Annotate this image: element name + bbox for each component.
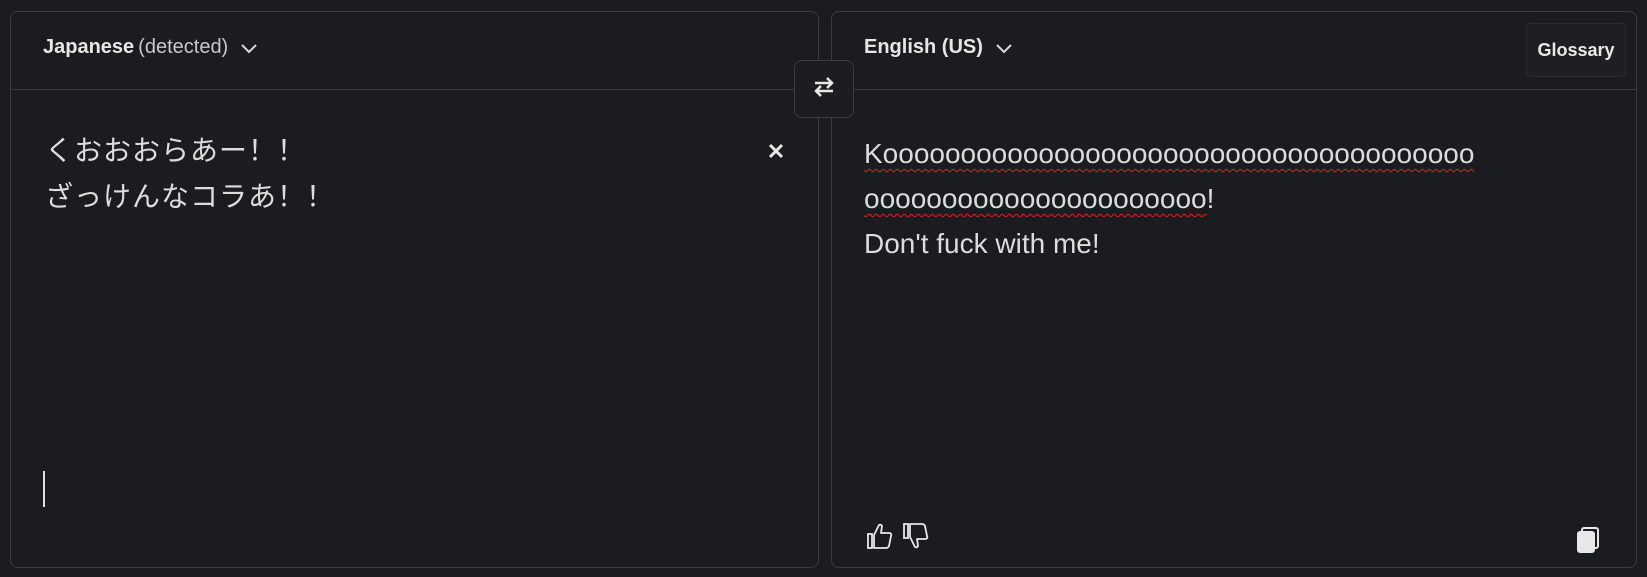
translation-line: Don't fuck with me! [864, 228, 1100, 259]
close-icon [768, 143, 784, 164]
source-language-select[interactable]: Japanese (detected) [43, 36, 258, 59]
source-panel: Japanese (detected) くおおおらあー！！ ざっけんなコラあ！！ [10, 11, 819, 568]
translation-text: Koooooooooooooooooooooooooooooooooooooo … [864, 131, 1564, 266]
copy-icon [1575, 526, 1601, 559]
thumbs-down-icon [902, 522, 930, 555]
chevron-down-icon [240, 42, 258, 54]
translation-punctuation: ! [1206, 183, 1215, 214]
target-language-select[interactable]: English (US) [864, 36, 1013, 59]
target-language-name: English (US) [864, 36, 983, 58]
swap-arrows-icon [812, 76, 836, 103]
thumbs-up-icon [866, 522, 894, 555]
source-language-name: Japanese [43, 36, 135, 58]
copy-translation-button[interactable] [1572, 526, 1604, 558]
clear-source-button[interactable] [763, 140, 789, 166]
source-text-area[interactable]: くおおおらあー！！ ざっけんなコラあ！！ [45, 128, 685, 220]
feedback-buttons [864, 522, 932, 554]
source-language-detected: (detected) [138, 36, 229, 58]
source-text-line: ざっけんなコラあ！！ [45, 181, 336, 212]
translation-line: Koooooooooooooooooooooooooooooooooooooo [864, 138, 1475, 169]
source-text-line: くおおおらあー！！ [45, 135, 307, 166]
target-panel-header: English (US) Glossary [832, 12, 1636, 90]
glossary-button[interactable]: Glossary [1526, 23, 1626, 77]
thumbs-up-button[interactable] [864, 522, 896, 554]
swap-languages-button[interactable] [794, 60, 854, 118]
source-panel-header: Japanese (detected) [11, 12, 818, 90]
text-caret [43, 471, 45, 507]
target-panel: English (US) Glossary Kooooooooooooooooo… [831, 11, 1637, 568]
chevron-down-icon [995, 42, 1013, 54]
thumbs-down-button[interactable] [900, 522, 932, 554]
translation-line-misspelled: oooooooooooooooooooooo [864, 183, 1207, 214]
